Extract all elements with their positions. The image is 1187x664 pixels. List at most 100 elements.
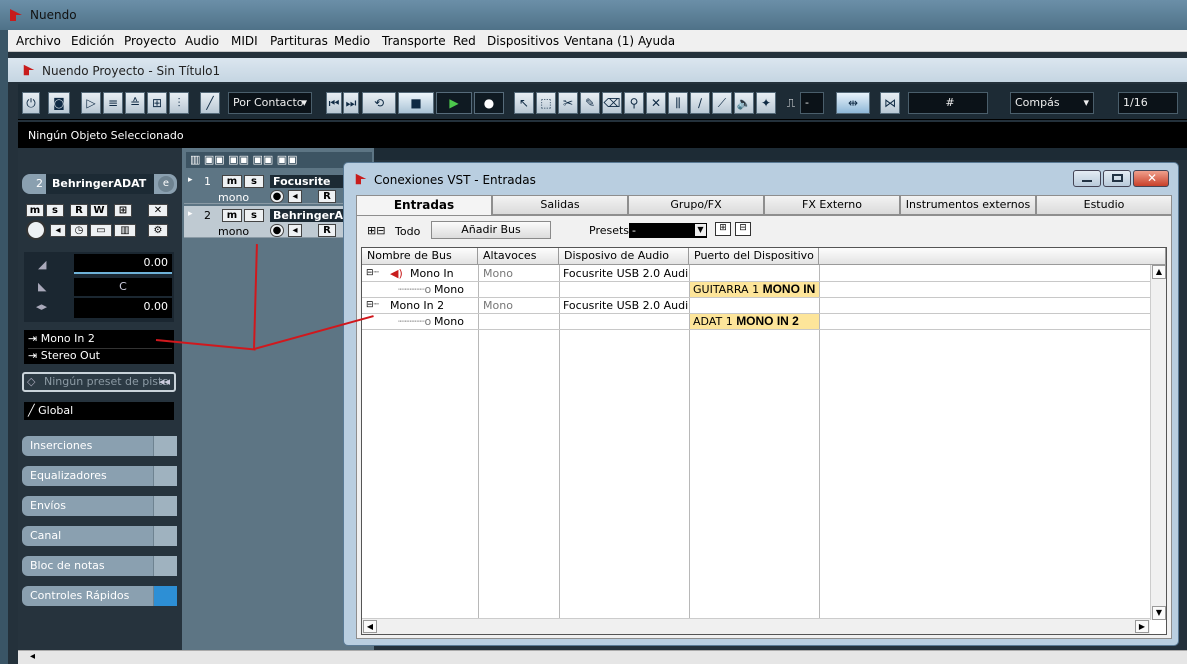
volume-field[interactable]: 0.00 xyxy=(74,254,172,274)
speaker-tool-icon[interactable]: 🔈 xyxy=(734,92,754,114)
output-routing-select[interactable]: ⇥ Stereo Out xyxy=(28,348,172,362)
input-routing-select[interactable]: ⇥ Mono In 2 xyxy=(28,332,172,346)
close-button[interactable]: ✕ xyxy=(1133,170,1169,187)
bypass-icon[interactable] xyxy=(153,496,177,516)
show-inspector-button[interactable]: ▷ xyxy=(81,92,101,114)
object-selection-tool-icon[interactable]: ↖ xyxy=(514,92,534,114)
ruler[interactable] xyxy=(374,148,1187,160)
menu-red[interactable]: Red xyxy=(453,34,476,48)
scroll-right-icon[interactable]: ▶ xyxy=(1135,620,1149,633)
inspector-track-header[interactable]: 2 BehringerADAT e xyxy=(22,174,177,194)
play-button[interactable]: ▶ xyxy=(436,92,472,114)
mute-button[interactable]: m xyxy=(26,204,44,217)
add-bus-button[interactable]: Añadir Bus xyxy=(431,221,551,239)
expand-icon[interactable]: ▸ xyxy=(188,209,193,219)
menu-ayuda[interactable]: Ayuda xyxy=(638,34,675,48)
automation-icon[interactable]: ╱ xyxy=(200,92,220,114)
quantize-select[interactable]: 1/16 xyxy=(1118,92,1178,114)
tab-grupo-fx[interactable]: Grupo/FX xyxy=(628,195,764,215)
line-tool-icon[interactable]: ⟋ xyxy=(712,92,732,114)
show-overview-button[interactable]: ≙ xyxy=(125,92,145,114)
global-select[interactable]: ╱ Global xyxy=(24,402,174,420)
collapse-icon[interactable]: ⊟┈ xyxy=(366,266,379,281)
automation-mode-select[interactable]: Por Contacto ▾ xyxy=(228,92,312,114)
minimize-button[interactable] xyxy=(1073,170,1101,187)
snap-type-select[interactable]: Compás ▾ xyxy=(1010,92,1094,114)
menu-partituras[interactable]: Partituras xyxy=(270,34,328,48)
remove-preset-icon[interactable]: ⊟ xyxy=(735,222,751,236)
edit-button[interactable]: ⊞ xyxy=(114,204,132,217)
autoscroll-icon[interactable]: ⎍ xyxy=(784,92,798,114)
monitor-button[interactable]: ◂ xyxy=(288,224,302,237)
constrain-delay-button[interactable]: ◙ xyxy=(48,92,70,114)
inspector-track-name[interactable]: BehringerADAT xyxy=(46,174,154,194)
presets-select[interactable]: - ▼ xyxy=(629,223,707,238)
table-row[interactable]: ┈┈┈┈o Mono GUITARRA 1 MONO IN xyxy=(362,282,1150,298)
timebase-button[interactable]: ◷ xyxy=(70,224,88,237)
vertical-scrollbar[interactable]: ▲ ▼ xyxy=(1150,265,1166,620)
menu-dispositivos[interactable]: Dispositivos xyxy=(487,34,559,48)
port-cell[interactable]: ADAT 1 MONO IN 2 xyxy=(690,314,819,329)
pan-field[interactable]: C xyxy=(74,278,172,296)
table-row[interactable]: ⊟┈ Mono In 2 Mono Focusrite USB 2.0 Audi… xyxy=(362,298,1150,314)
inspector-section-inserciones[interactable]: Inserciones xyxy=(22,436,177,456)
settings-icon[interactable]: ⚙ xyxy=(148,224,168,237)
menu-audio[interactable]: Audio xyxy=(185,34,219,48)
column-header-audio-device[interactable]: Disposivo de Audio xyxy=(559,248,689,265)
scroll-up-icon[interactable]: ▲ xyxy=(1152,265,1166,279)
read-button[interactable]: R xyxy=(318,190,336,203)
bypass-icon[interactable] xyxy=(153,436,177,456)
read-button[interactable]: R xyxy=(70,204,88,217)
zoom-tool-icon[interactable]: ⚲ xyxy=(624,92,644,114)
write-button[interactable]: W xyxy=(90,204,108,217)
scroll-left-icon[interactable]: ◀ xyxy=(363,620,377,633)
solo-button[interactable]: s xyxy=(46,204,64,217)
inspector-section-envios[interactable]: Envíos xyxy=(22,496,177,516)
monitor-button[interactable]: ◂ xyxy=(50,224,66,237)
color-tool-icon[interactable]: ✦ xyxy=(756,92,776,114)
tab-entradas[interactable]: Entradas xyxy=(356,195,492,216)
record-button[interactable]: ● xyxy=(474,92,504,114)
channel-icon[interactable] xyxy=(153,526,177,546)
monitor-button[interactable]: ◂ xyxy=(288,190,302,203)
column-header-bus-name[interactable]: Nombre de Bus xyxy=(362,248,478,265)
record-enable-button[interactable]: ● xyxy=(270,190,284,203)
table-row[interactable]: ┈┈┈┈o Mono ADAT 1 MONO IN 2 xyxy=(362,314,1150,330)
expand-all-icon[interactable]: ⊞⊟ xyxy=(367,224,385,237)
notepad-icon[interactable] xyxy=(153,556,177,576)
scroll-down-icon[interactable]: ▼ xyxy=(1152,606,1166,620)
range-selection-tool-icon[interactable]: ⬚ xyxy=(536,92,556,114)
lanes-button[interactable]: ▭ xyxy=(90,224,112,237)
show-infoline-button[interactable]: ≡ xyxy=(103,92,123,114)
record-enable-button[interactable]: ● xyxy=(270,224,284,237)
horizontal-scrollbar[interactable]: ◂ xyxy=(18,650,1187,664)
mute-button[interactable]: m xyxy=(222,209,242,222)
track-preset-field[interactable]: ◇ Ningún preset de pista ◂◂ xyxy=(22,372,176,392)
save-preset-icon[interactable]: ⊞ xyxy=(715,222,731,236)
collapse-icon[interactable]: ⊟┈ xyxy=(366,298,379,313)
expand-icon[interactable]: ▸ xyxy=(188,175,193,185)
delay-field[interactable]: 0.00 xyxy=(74,298,172,318)
draw-tool-icon[interactable]: ∕ xyxy=(690,92,710,114)
table-horizontal-scrollbar[interactable]: ◀ ▶ xyxy=(362,618,1150,634)
menu-transporte[interactable]: Transporte xyxy=(382,34,446,48)
bypass-icon[interactable] xyxy=(153,466,177,486)
freeze-button[interactable]: ✕ xyxy=(148,204,168,217)
menu-archivo[interactable]: Archivo xyxy=(16,34,61,48)
menu-midi[interactable]: MIDI xyxy=(231,34,258,48)
tab-estudio[interactable]: Estudio xyxy=(1036,195,1172,215)
snap-button[interactable]: ⇹ xyxy=(836,92,870,114)
bus-device[interactable]: Focusrite USB 2.0 Audio D xyxy=(563,298,688,313)
show-mixer-button[interactable]: ⫶ xyxy=(169,92,189,114)
grid-icon[interactable]: # xyxy=(908,92,988,114)
menu-edicion[interactable]: Edición xyxy=(71,34,114,48)
tab-fx-externo[interactable]: FX Externo xyxy=(764,195,900,215)
scroll-left-icon[interactable]: ◂ xyxy=(30,651,35,662)
bus-device[interactable]: Focusrite USB 2.0 Audio D xyxy=(563,266,688,281)
menu-ventana[interactable]: Ventana (1) xyxy=(564,34,634,48)
go-to-end-button[interactable]: ⏭ xyxy=(343,92,359,114)
read-button[interactable]: R xyxy=(318,224,336,237)
snap-zero-crossing-button[interactable]: ⋈ xyxy=(880,92,900,114)
split-tool-icon[interactable]: ✂ xyxy=(558,92,578,114)
glue-tool-icon[interactable]: ✎ xyxy=(580,92,600,114)
